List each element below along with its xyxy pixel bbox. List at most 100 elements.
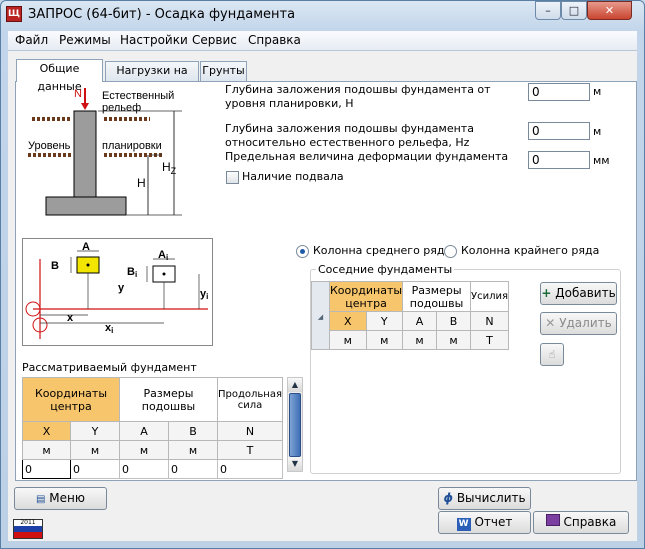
menu-modes[interactable]: Режимы [59,33,111,47]
add-button[interactable]: + Добавить [540,282,617,305]
svg-text:Bi: Bi [127,266,137,279]
tab-general[interactable]: Общие данные [16,59,103,93]
level-label: Уровень [28,140,71,152]
foundation-y-cell[interactable]: 0 [70,459,120,479]
book-icon [545,514,560,526]
foundation-col-y: Y [70,421,120,441]
neighbors-sizes-header[interactable]: Размеры подошвы [402,281,472,312]
depth-h-label: Глубина заложения подошвы фундамента от … [225,83,491,110]
neighbors-unit-y: м [365,330,404,350]
window-title: ЗАПРОС (64-бит) - Осадка фундамента [28,7,296,22]
neighbors-unit-a: м [402,330,438,350]
foundation-unit-y: м [70,440,120,460]
tab-soils[interactable]: Грунты [200,61,247,81]
scroll-down-icon[interactable]: ▼ [288,457,302,471]
report-button-label: Отчет [474,515,513,529]
foundation-col-x: X [22,421,71,441]
foundation-grid[interactable]: Координаты центра Размеры подошвы Продол… [22,377,283,479]
deformation-label: Предельная величина деформации фундамент… [225,150,509,163]
calculate-button[interactable]: ϕ Вычислить [438,487,531,510]
depth-h-unit: м [593,85,602,98]
middle-column-label: Колонна среднего ряда [313,244,452,257]
app-icon[interactable]: Щ [6,6,22,22]
word-icon: W [456,518,471,531]
minimize-button[interactable]: – [535,1,561,20]
foundation-a-cell[interactable]: 0 [119,459,169,479]
version-flag-icon: 2011 [13,519,43,539]
neighbors-force-header[interactable]: Усилия [470,281,510,312]
foundation-col-b: B [168,421,218,441]
remove-button-label: Удалить [559,316,612,330]
foundation-plan-diagram: A B Ai Bi y yi x xi [22,238,213,346]
plus-icon: + [541,286,552,300]
calculate-button-label: Вычислить [456,491,526,505]
neighbors-col-b: B [436,311,472,331]
foundation-col-n: N [217,421,283,441]
hand-icon: ☝ [548,348,556,361]
report-button[interactable]: W Отчет [438,511,531,534]
maximize-button[interactable]: □ [561,1,587,20]
svg-text:yi: yi [200,288,208,301]
svg-text:B: B [51,260,59,272]
planning-label: планировки [102,140,162,152]
scroll-up-icon[interactable]: ▲ [288,378,302,392]
foundation-title: Рассматриваемый фундамент [22,361,197,374]
scroll-thumb[interactable] [289,393,301,457]
foundation-x-cell[interactable]: 0 [22,459,71,479]
foundation-unit-a: м [119,440,169,460]
svg-text:x: x [67,312,74,324]
menu-file[interactable]: Файл [15,33,48,47]
depth-hz-unit: м [593,125,602,138]
svg-text:xi: xi [105,322,113,335]
foundation-n-cell[interactable]: 0 [217,459,283,479]
neighbors-col-a: A [402,311,438,331]
menu-list-icon: ▤ [36,494,46,505]
add-button-label: Добавить [555,286,616,300]
menu-settings[interactable]: Настройки [120,33,188,47]
neighbors-col-n: N [470,311,510,331]
neighbors-grid[interactable]: ◢ Координаты центра Размеры подошвы Усил… [311,281,510,350]
foundation-scrollbar[interactable]: ▲ ▼ [287,377,303,472]
neighbors-title: Соседние фундаменты [316,263,455,276]
svg-text:y: y [118,282,125,294]
neighbors-coords-header[interactable]: Координаты центра [328,281,404,312]
remove-button[interactable]: ✕ Удалить [540,312,617,335]
close-button[interactable]: ✕ [587,1,632,20]
menu-help[interactable]: Справка [248,33,301,47]
h-label: H [137,176,146,190]
neighbors-col-x: X [329,311,367,331]
menu-service[interactable]: Сервис [192,33,237,47]
help-button-label: Справка [563,515,617,529]
tab-floor-loads[interactable]: Нагрузки на пол [105,61,199,95]
foundation-length-header[interactable]: Продольная сила [217,377,283,422]
menu-button-label: Меню [49,491,85,505]
foundation-col-a: A [119,421,169,441]
foundation-sizes-header[interactable]: Размеры подошвы [119,377,218,422]
title-bar: Щ ЗАПРОС (64-бит) - Осадка фундамента – … [0,0,645,30]
radio-middle-column[interactable] [296,245,309,258]
deformation-unit: мм [593,154,610,167]
foundation-unit-x: м [22,440,71,460]
deformation-input[interactable]: 0 [528,151,590,169]
neighbors-unit-b: м [436,330,472,350]
radio-edge-column[interactable] [444,245,457,258]
help-button[interactable]: Справка [533,511,629,534]
foundation-coords-header[interactable]: Координаты центра [22,377,120,422]
natural-relief-label: Естественный [102,90,174,102]
x-icon: ✕ [545,316,556,330]
basement-label: Наличие подвала [242,170,344,183]
depth-h-input[interactable]: 0 [528,83,590,101]
menu-button[interactable]: ▤ Меню [14,487,107,510]
depth-hz-label: Глубина заложения подошвы фундамента отн… [225,122,474,149]
neighbors-unit-n: Т [470,330,510,350]
depth-hz-input[interactable]: 0 [528,122,590,140]
pick-button[interactable]: ☝ [540,343,564,366]
foundation-unit-b: м [168,440,218,460]
edge-column-label: Колонна крайнего ряда [461,244,600,257]
neighbors-unit-x: м [329,330,367,350]
neighbors-col-y: Y [365,311,404,331]
svg-text:A: A [82,241,90,253]
basement-checkbox[interactable] [226,171,239,184]
svg-text:рельеф: рельеф [102,102,141,114]
foundation-b-cell[interactable]: 0 [168,459,218,479]
